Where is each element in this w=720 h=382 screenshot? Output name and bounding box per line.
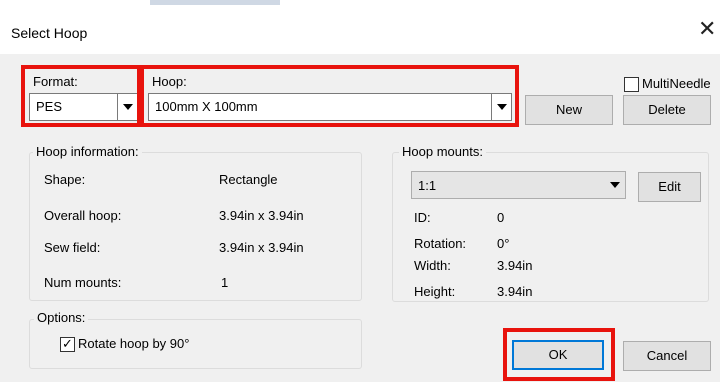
hoop-information-title: Hoop information:	[33, 144, 142, 159]
cancel-button[interactable]: Cancel	[623, 341, 711, 371]
multineedle-checkbox[interactable]	[624, 77, 639, 92]
overall-hoop-value: 3.94in x 3.94in	[219, 208, 304, 223]
rotate-hoop-checkbox[interactable]: ✓	[60, 336, 75, 352]
num-mounts-label: Num mounts:	[44, 275, 122, 290]
mount-id-value: 0	[497, 210, 505, 225]
edit-button[interactable]: Edit	[638, 172, 701, 202]
mount-rotation-label: Rotation:	[414, 236, 467, 251]
new-button[interactable]: New	[525, 95, 613, 125]
hoop-mount-dropdown[interactable]: 1:1	[411, 171, 626, 199]
background-window-fragment	[150, 0, 280, 5]
background-window-strip	[0, 0, 720, 8]
mount-width-value: 3.94in	[497, 258, 533, 273]
dialog-titlebar	[0, 8, 720, 54]
mount-rotation-value: 0°	[497, 236, 510, 251]
multineedle-label: MultiNeedle	[642, 76, 711, 91]
sew-field-label: Sew field:	[44, 240, 101, 255]
hoop-mounts-title: Hoop mounts:	[399, 144, 486, 159]
rotate-hoop-label: Rotate hoop by 90°	[78, 336, 190, 351]
hoop-mount-value: 1:1	[418, 178, 437, 193]
mount-id-label: ID:	[414, 210, 431, 225]
chevron-down-icon	[610, 182, 620, 188]
check-icon: ✓	[62, 336, 73, 351]
mount-height-value: 3.94in	[497, 284, 533, 299]
num-mounts-value: 1	[221, 275, 229, 290]
ok-highlight-box	[503, 328, 615, 381]
sew-field-value: 3.94in x 3.94in	[219, 240, 304, 255]
close-icon[interactable]: ✕	[698, 18, 716, 40]
overall-hoop-label: Overall hoop:	[44, 208, 122, 223]
delete-button[interactable]: Delete	[623, 95, 711, 125]
mount-width-label: Width:	[414, 258, 451, 273]
shape-value: Rectangle	[219, 172, 278, 187]
options-title: Options:	[34, 310, 89, 325]
hoop-highlight-box	[140, 65, 519, 127]
shape-label: Shape:	[44, 172, 86, 187]
dialog-title: Select Hoop	[11, 25, 88, 41]
mount-height-label: Height:	[414, 284, 456, 299]
format-highlight-box	[21, 65, 141, 127]
